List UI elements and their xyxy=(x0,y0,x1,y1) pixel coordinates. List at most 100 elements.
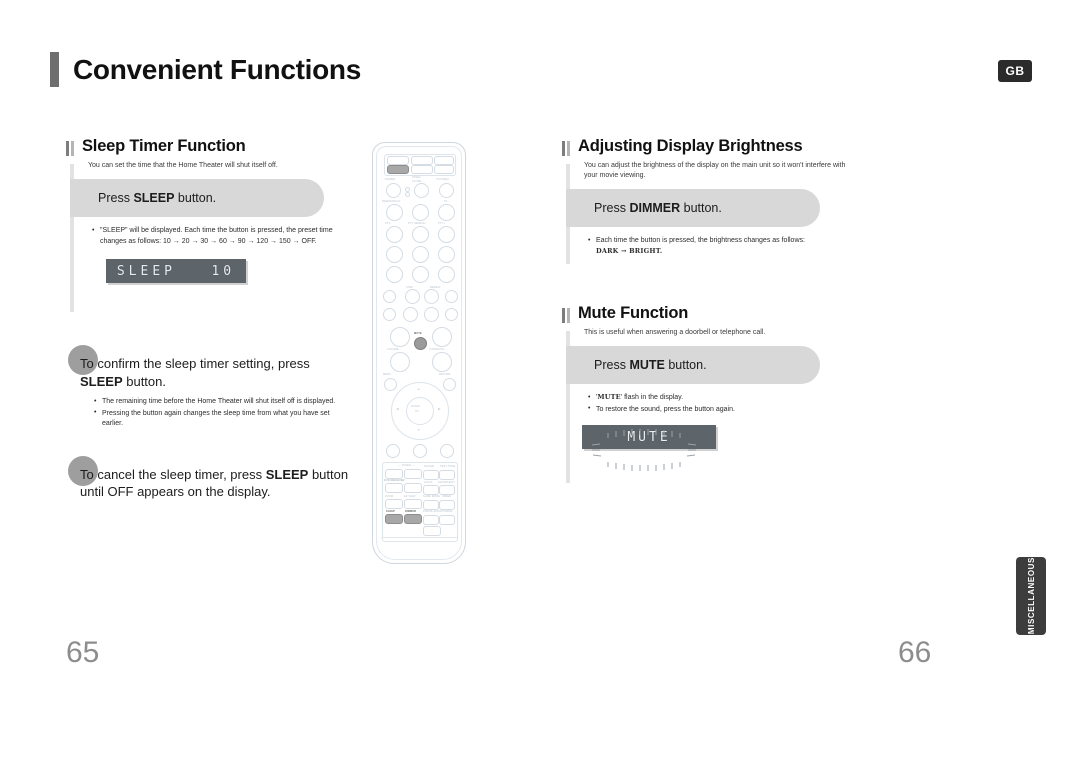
page-header: Convenient Functions xyxy=(50,52,361,87)
remote-key-7[interactable] xyxy=(386,246,403,263)
remote-key-pbass[interactable] xyxy=(423,515,439,525)
remote-key-step[interactable] xyxy=(405,289,420,304)
remote-key-open-close[interactable] xyxy=(414,183,429,198)
remote-key-mo-st[interactable] xyxy=(385,469,403,479)
heading-marks-icon xyxy=(66,138,74,156)
remote-key-repeat[interactable] xyxy=(424,289,439,304)
section-sleep-timer: Sleep Timer Function You can set the tim… xyxy=(66,137,358,312)
remote-key-zoom[interactable] xyxy=(385,499,403,509)
remote-key-sleep[interactable] xyxy=(385,514,403,524)
remote-key-5[interactable] xyxy=(412,226,429,243)
press-mute-text: Press MUTE button. xyxy=(594,358,707,372)
remote-key-speed[interactable] xyxy=(439,500,455,510)
press-prefix: Press xyxy=(98,191,134,206)
remote-key-fast-forward[interactable] xyxy=(445,290,458,303)
remote-key-subtitle[interactable] xyxy=(440,444,454,458)
remote-key-tuning-up[interactable] xyxy=(432,327,452,347)
bullet-emphasis: MUTE xyxy=(597,393,621,402)
step-confirm-bullets: The remaining time before the Home Theat… xyxy=(94,397,344,430)
remote-label-logic: LOGIC xyxy=(424,481,433,484)
remote-key-volume-down[interactable] xyxy=(390,352,410,372)
remote-key-dimmer[interactable] xyxy=(404,514,422,524)
remote-key-test-tone[interactable] xyxy=(439,470,455,480)
remote-key-tv[interactable] xyxy=(387,156,409,165)
remote-key-play-pause[interactable] xyxy=(424,307,439,322)
list-item: Each time the button is pressed, the bri… xyxy=(588,236,838,257)
remote-key-prev-track[interactable] xyxy=(383,308,396,321)
remote-key-select[interactable] xyxy=(423,526,441,536)
list-item: To restore the sound, press the button a… xyxy=(588,404,838,416)
remote-key-remain[interactable] xyxy=(386,266,403,283)
remote-control-illustration: POWER OPEN/ CLOSE TV/VIDEO REW/DISPLAY T… xyxy=(372,142,466,564)
remote-key-rewind[interactable] xyxy=(383,290,396,303)
remote-key-pscan[interactable] xyxy=(404,469,422,479)
remote-key-2[interactable] xyxy=(412,204,429,221)
remote-key-mo-st-2[interactable] xyxy=(385,483,403,493)
remote-label-volume: VOLUME xyxy=(387,348,399,351)
remote-key-cancel[interactable] xyxy=(438,266,455,283)
dpad-up-icon[interactable]: ▲ xyxy=(417,387,420,391)
dpad-right-icon[interactable]: ▶ xyxy=(438,407,441,411)
remote-key-info[interactable] xyxy=(386,444,400,458)
remote-key-slide-mode[interactable] xyxy=(423,500,439,510)
remote-key-audio[interactable] xyxy=(413,444,427,458)
mute-title: Mute Function xyxy=(578,304,689,323)
heading-marks-icon xyxy=(562,305,570,324)
remote-key-dvd-receiver[interactable] xyxy=(387,165,409,174)
sleep-timer-title: Sleep Timer Function xyxy=(82,137,246,155)
remote-key-usb[interactable] xyxy=(434,165,454,174)
remote-key-1[interactable] xyxy=(386,204,403,221)
page-number-left: 65 xyxy=(66,636,100,669)
remote-key-return[interactable] xyxy=(443,378,456,391)
step-cancel-text: To cancel the sleep timer, press SLEEP b… xyxy=(80,466,352,501)
remote-key-stop[interactable] xyxy=(403,307,418,322)
remote-key-enter[interactable] xyxy=(406,397,434,425)
remote-key-8[interactable] xyxy=(412,246,429,263)
remote-key-6[interactable] xyxy=(438,226,455,243)
lcd-display-mute: MUTE xyxy=(582,425,716,450)
remote-key-dvd[interactable] xyxy=(411,156,433,165)
remote-label-zoom: ZOOM xyxy=(385,495,394,498)
remote-key-logic[interactable] xyxy=(423,485,439,495)
list-item: 'MUTE' flash in the display. xyxy=(588,393,838,404)
remote-key-next-track[interactable] xyxy=(445,308,458,321)
section-side-tab: MISCELLANEOUS xyxy=(1016,557,1046,635)
remote-key-0[interactable] xyxy=(412,266,429,283)
step-key-sleep: SLEEP xyxy=(265,466,309,482)
remote-key-power[interactable] xyxy=(386,183,401,198)
remote-key-ez-view[interactable] xyxy=(404,499,422,509)
remote-key-mute[interactable] xyxy=(414,337,427,350)
left-column: Sleep Timer Function You can set the tim… xyxy=(66,137,358,501)
remote-key-9[interactable] xyxy=(438,246,455,263)
sleep-timer-description: You can set the time that the Home Theat… xyxy=(88,162,278,169)
mute-description: This is useful when answering a doorbell… xyxy=(584,329,766,337)
section-mute-function: Mute Function This is useful when answer… xyxy=(562,304,854,484)
dpad-down-icon[interactable]: ▼ xyxy=(417,428,420,432)
press-sleep-text: Press SLEEP button. xyxy=(98,191,216,205)
remote-key-aux[interactable] xyxy=(411,165,433,174)
remote-label-enter-ok: OK xyxy=(415,410,419,413)
remote-key-4[interactable] xyxy=(386,226,403,243)
remote-key-mo-st-3[interactable] xyxy=(404,483,422,493)
remote-key-tuner[interactable] xyxy=(434,156,454,165)
remote-label-tv-video: TV/VIDEO xyxy=(436,178,449,181)
remote-key-menu[interactable] xyxy=(384,378,397,391)
remote-key-tuning-down[interactable] xyxy=(432,352,452,372)
remote-key-volume-up[interactable] xyxy=(390,327,410,347)
brightness-title: Adjusting Display Brightness xyxy=(578,137,803,155)
remote-key-tuning-fn[interactable] xyxy=(439,515,455,525)
step-text-before: To confirm the sleep timer setting, pres… xyxy=(80,356,310,372)
step-confirm-sleep-timer: To confirm the sleep timer setting, pres… xyxy=(66,345,358,430)
remote-key-sound[interactable] xyxy=(423,470,439,480)
step-key-sleep: SLEEP xyxy=(80,373,123,389)
remote-label-ta: TA xyxy=(444,200,448,203)
remote-label-rew-display: REW/DISPLAY xyxy=(382,200,401,203)
section-display-brightness: Adjusting Display Brightness You can adj… xyxy=(562,137,854,264)
remote-label-dvd-receiver: DVD RECEIVER xyxy=(384,479,405,482)
remote-key-sound-edit[interactable] xyxy=(439,485,455,495)
remote-key-tv-video[interactable] xyxy=(439,183,454,198)
remote-key-3[interactable] xyxy=(438,204,455,221)
step-text-before: To cancel the sleep timer, press xyxy=(80,466,266,482)
dpad-left-icon[interactable]: ◀ xyxy=(396,407,399,411)
sleep-timer-heading: Sleep Timer Function xyxy=(66,137,358,156)
